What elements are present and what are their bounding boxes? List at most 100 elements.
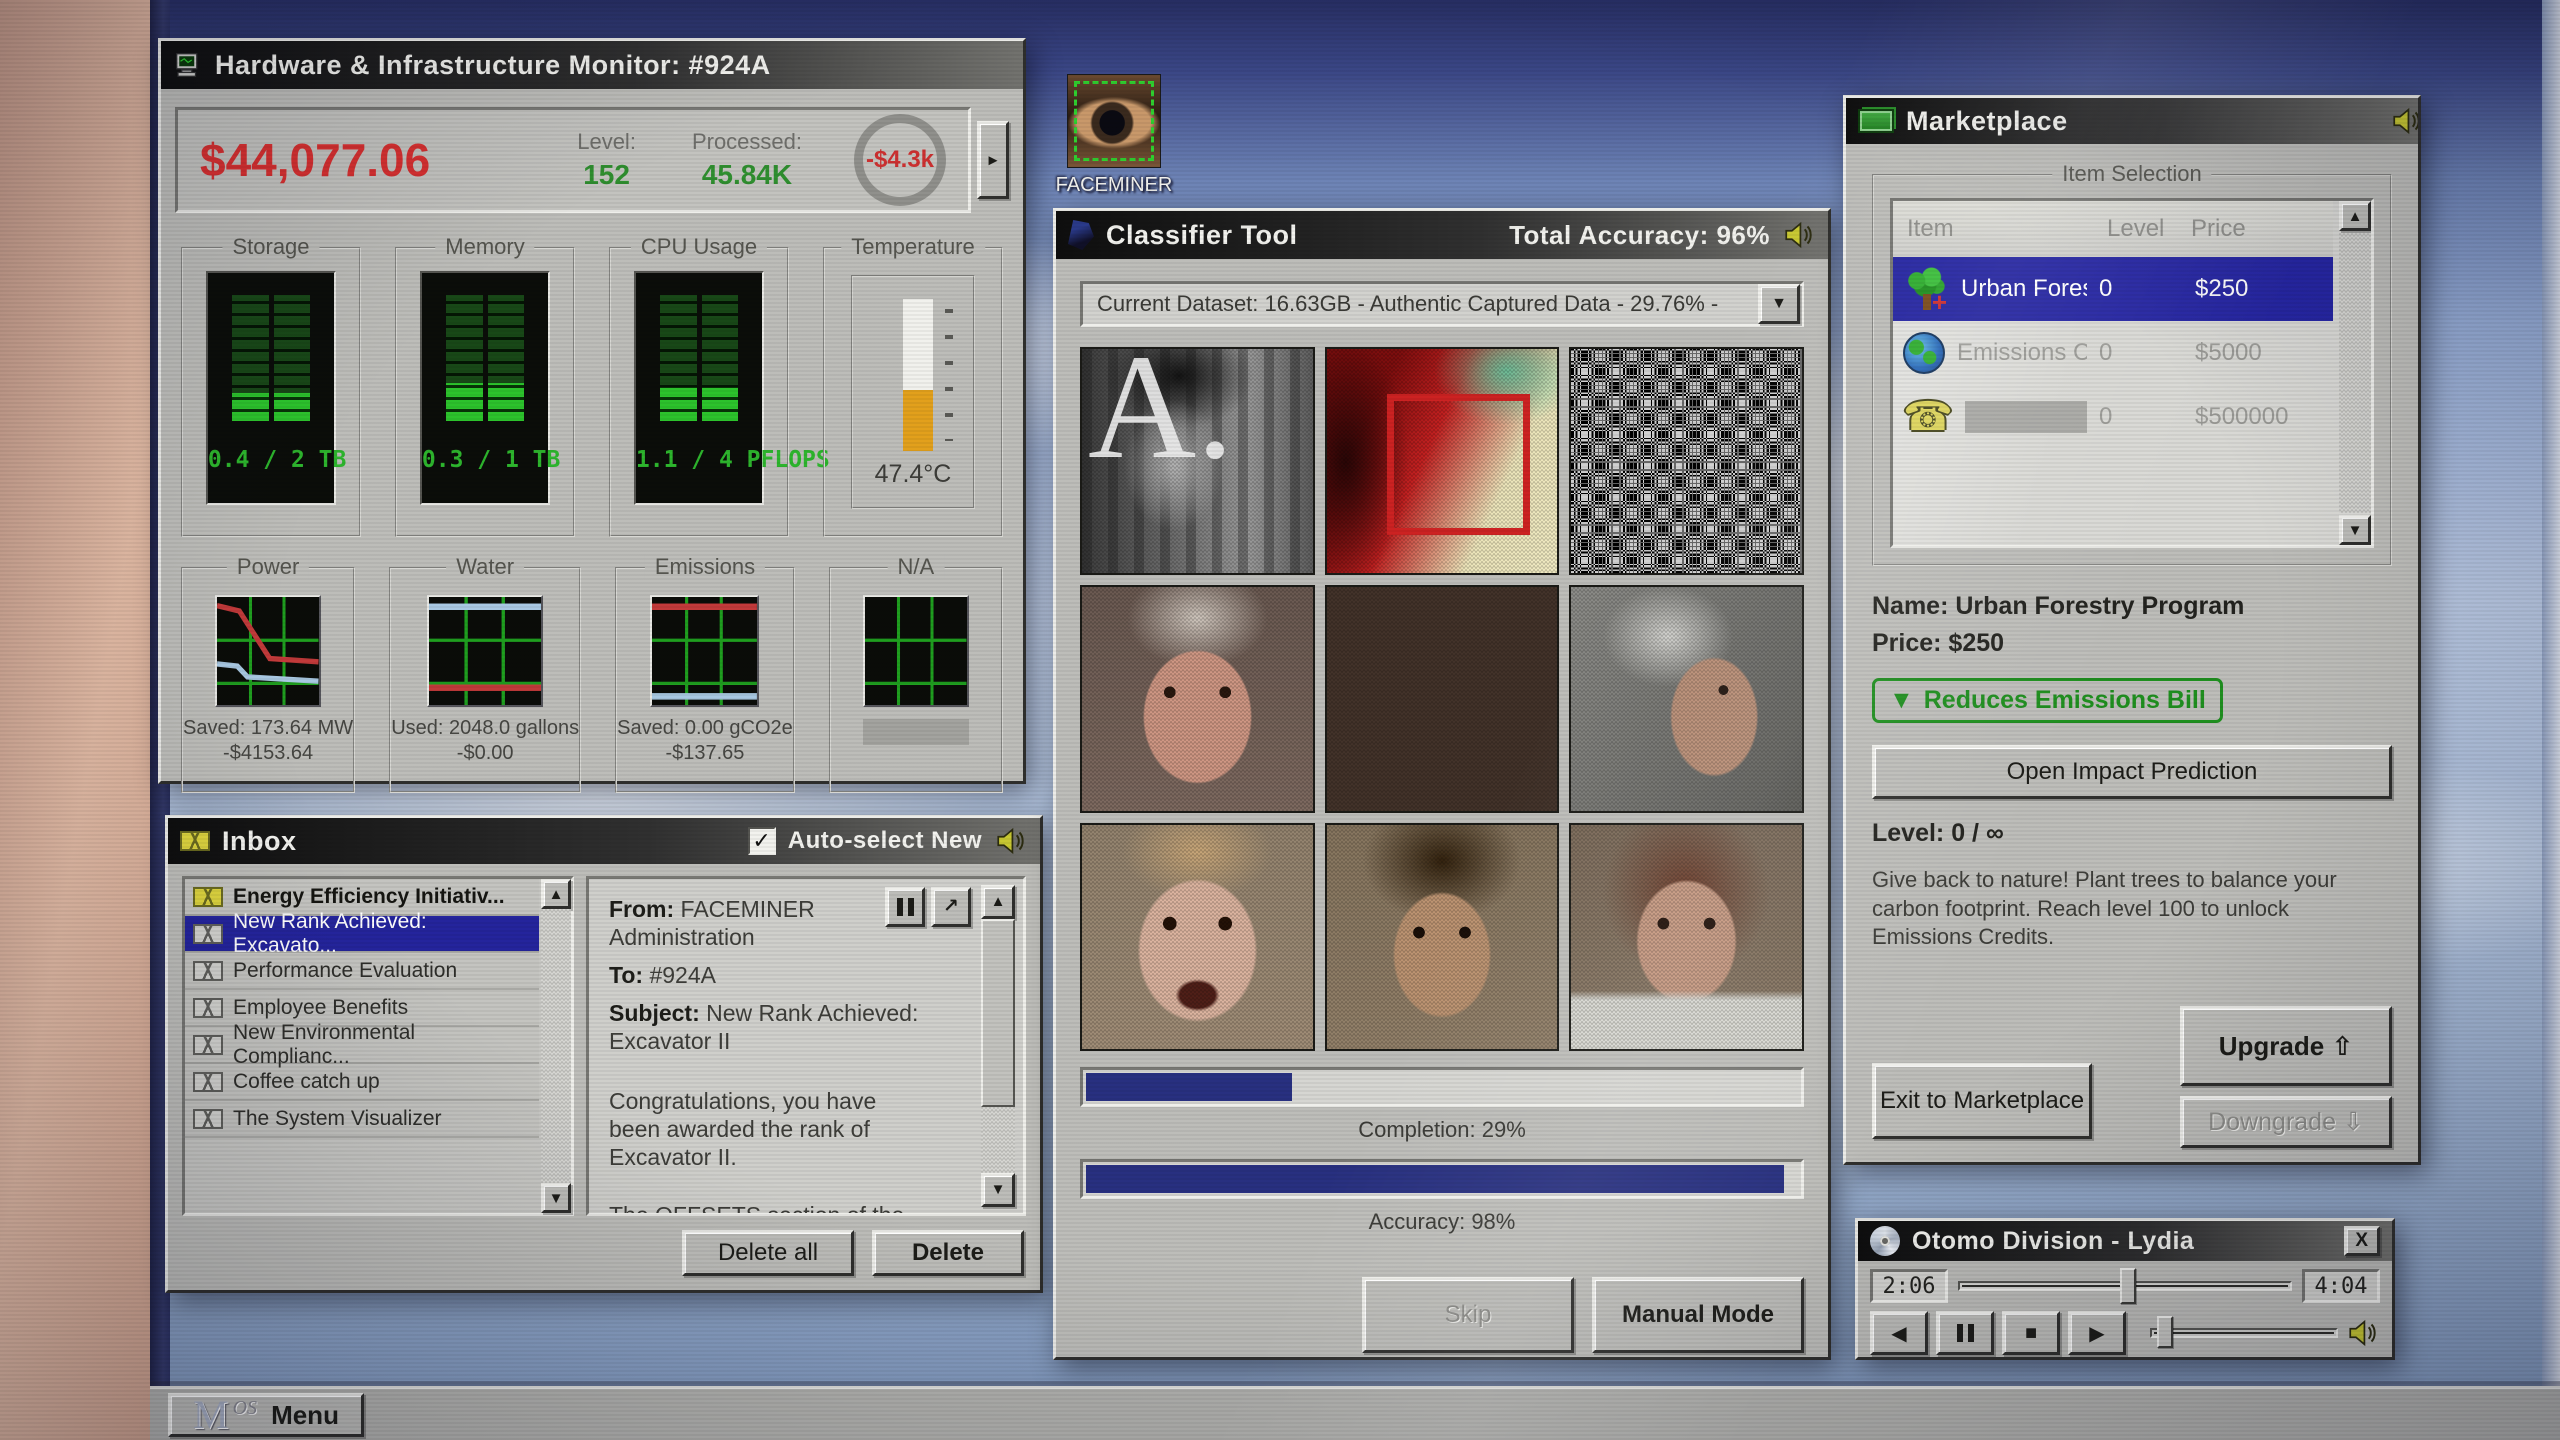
mail-item[interactable]: The System Visualizer [185,1101,539,1138]
mail-subject: Performance Evaluation [233,959,457,983]
delete-all-button[interactable]: Delete all [682,1230,854,1276]
stop-button[interactable]: ■ [2002,1311,2060,1355]
scrollbar-track[interactable] [541,909,571,1183]
speaker-icon[interactable] [994,824,1028,858]
reader-scrollbar[interactable]: ▲ ▼ [981,885,1015,1207]
inbox-title: Inbox [222,826,297,857]
accuracy-progressbar [1080,1159,1804,1199]
menu-label: Menu [271,1400,339,1431]
face-image-grid: A. [1080,347,1804,1051]
inbox-titlebar[interactable]: Inbox ✓ Auto-select New [168,818,1040,864]
pause-button[interactable] [1936,1311,1994,1355]
desktop-icon-faceminer[interactable]: FACEMINER [1052,74,1176,197]
storage-value: 0.4 / 2 TB [208,447,334,473]
marketplace-titlebar[interactable]: Marketplace [1846,98,2418,144]
crt-screen: FACEMINER Hardware & Infrastructure Moni… [0,0,2560,1440]
upgrade-button[interactable]: Upgrade ⇧ [2180,1006,2392,1086]
item-price: $5000 [2195,339,2323,367]
skip-button[interactable]: Skip [1362,1277,1574,1353]
scroll-up-button[interactable]: ▲ [981,885,1015,919]
volume-track[interactable] [2150,1328,2338,1338]
na-graph [863,595,969,707]
item-row-selected[interactable]: Urban Forestry Program 0 $250 [1893,257,2333,321]
scroll-up-button[interactable]: ▲ [2339,201,2371,231]
autoselect-checkbox[interactable]: ✓ [748,827,776,855]
os-logo-os: OS [233,1397,257,1420]
globe-icon [1903,332,1945,374]
speaker-icon[interactable] [2346,1316,2380,1350]
scroll-down-button[interactable]: ▼ [981,1173,1015,1207]
dropdown-arrow-button[interactable]: ▼ [1758,284,1800,324]
face-image-cell[interactable]: A. [1080,347,1315,575]
delete-button[interactable]: Delete [872,1230,1024,1276]
processed-value: 45.84K [692,159,802,191]
mail-item[interactable]: Performance Evaluation [185,953,539,990]
exit-to-marketplace-button[interactable]: Exit to Marketplace [1872,1063,2092,1139]
pause-audio-button[interactable] [885,887,925,927]
gauge-memory: Memory 0.3 / 1 TB [395,247,575,537]
hardware-monitor-titlebar[interactable]: Hardware & Infrastructure Monitor: #924A [161,41,1023,89]
meter-power: Power Saved: 173.64 MW -$4153.64 [181,567,355,793]
dataset-dropdown[interactable]: Current Dataset: 16.63GB - Authentic Cap… [1080,281,1804,327]
manual-mode-button[interactable]: Manual Mode [1592,1277,1804,1353]
item-price: $500000 [2195,403,2323,431]
item-row-redacted[interactable]: ☎ 0 $500000 [1893,385,2333,449]
scrollbar-track[interactable] [981,1107,1015,1173]
seek-thumb[interactable] [2120,1268,2136,1304]
scroll-down-button[interactable]: ▼ [2339,515,2371,545]
play-button[interactable]: ▶ [2068,1311,2126,1355]
face-image-cell[interactable] [1569,823,1804,1051]
player-titlebar[interactable]: Otomo Division - Lydia X [1858,1221,2392,1261]
speaker-icon[interactable] [2390,104,2418,138]
open-impact-prediction-button[interactable]: Open Impact Prediction [1872,745,2392,799]
speaker-icon[interactable] [1782,218,1816,252]
window-hardware-monitor: Hardware & Infrastructure Monitor: #924A… [158,38,1026,784]
face-image-cell[interactable] [1569,585,1804,813]
cd-icon [1870,1226,1900,1256]
completion-label: Completion: 29% [1056,1117,1828,1143]
volume-slider[interactable] [2150,1322,2338,1344]
scroll-down-button[interactable]: ▼ [541,1183,571,1213]
face-image-cell[interactable] [1325,823,1560,1051]
face-image-cell[interactable] [1325,585,1560,813]
downgrade-button[interactable]: Downgrade ⇩ [2180,1096,2392,1148]
gauge-temperature: Temperature 47.4°C [823,247,1003,537]
item-listbox: Item Level Price Urban Forestry Program … [1890,198,2374,548]
mail-item-selected[interactable]: New Rank Achieved: Excavato... [185,916,539,953]
scrollbar-track[interactable] [2339,233,2371,513]
phone-icon: ☎ [1903,397,1953,437]
close-button[interactable]: X [2344,1226,2380,1256]
classifier-titlebar[interactable]: Classifier Tool Total Accuracy: 96% [1056,211,1828,259]
emissions-line2: -$137.65 [617,742,793,765]
mail-item[interactable]: Coffee catch up [185,1064,539,1101]
classifier-title: Classifier Tool [1106,220,1298,251]
face-image-cell[interactable] [1080,823,1315,1051]
mail-subject: Employee Benefits [233,996,408,1020]
previous-button[interactable]: ◀ [1870,1311,1928,1355]
volume-thumb[interactable] [2157,1316,2173,1348]
face-image-cell[interactable] [1080,585,1315,813]
expense-delta: -$4.3k [866,146,934,174]
stats-next-page-button[interactable]: ► [977,121,1009,199]
item-list-scrollbar[interactable]: ▲ ▼ [2339,201,2371,545]
power-usage-line [217,664,319,681]
item-row[interactable]: Emissions Credits 0 $5000 [1893,321,2333,385]
mail-list-scrollbar[interactable]: ▲ ▼ [541,879,571,1213]
noise-image-cell[interactable] [1569,347,1804,575]
gauge-cpu-label: CPU Usage [631,234,767,260]
elapsed-time: 2:06 [1870,1269,1948,1303]
faceminer-eye-icon[interactable] [1067,74,1161,168]
lcd-bar-column [232,295,269,421]
scroll-up-button[interactable]: ▲ [541,879,571,909]
popout-button[interactable]: ↗ [931,887,971,927]
storage-lcd: 0.4 / 2 TB [206,271,336,505]
seek-slider[interactable] [1958,1273,2292,1299]
completion-progressbar [1080,1067,1804,1107]
face-image-cell[interactable] [1325,347,1560,575]
scrollbar-thumb[interactable] [981,919,1015,1107]
check-icon: ✓ [752,828,771,854]
mail-item[interactable]: New Environmental Complianc... [185,1027,539,1064]
right-arrow-icon: ► [986,152,1001,169]
menu-button[interactable]: M OS Menu [168,1393,364,1437]
player-title: Otomo Division - Lydia [1912,1227,2194,1256]
